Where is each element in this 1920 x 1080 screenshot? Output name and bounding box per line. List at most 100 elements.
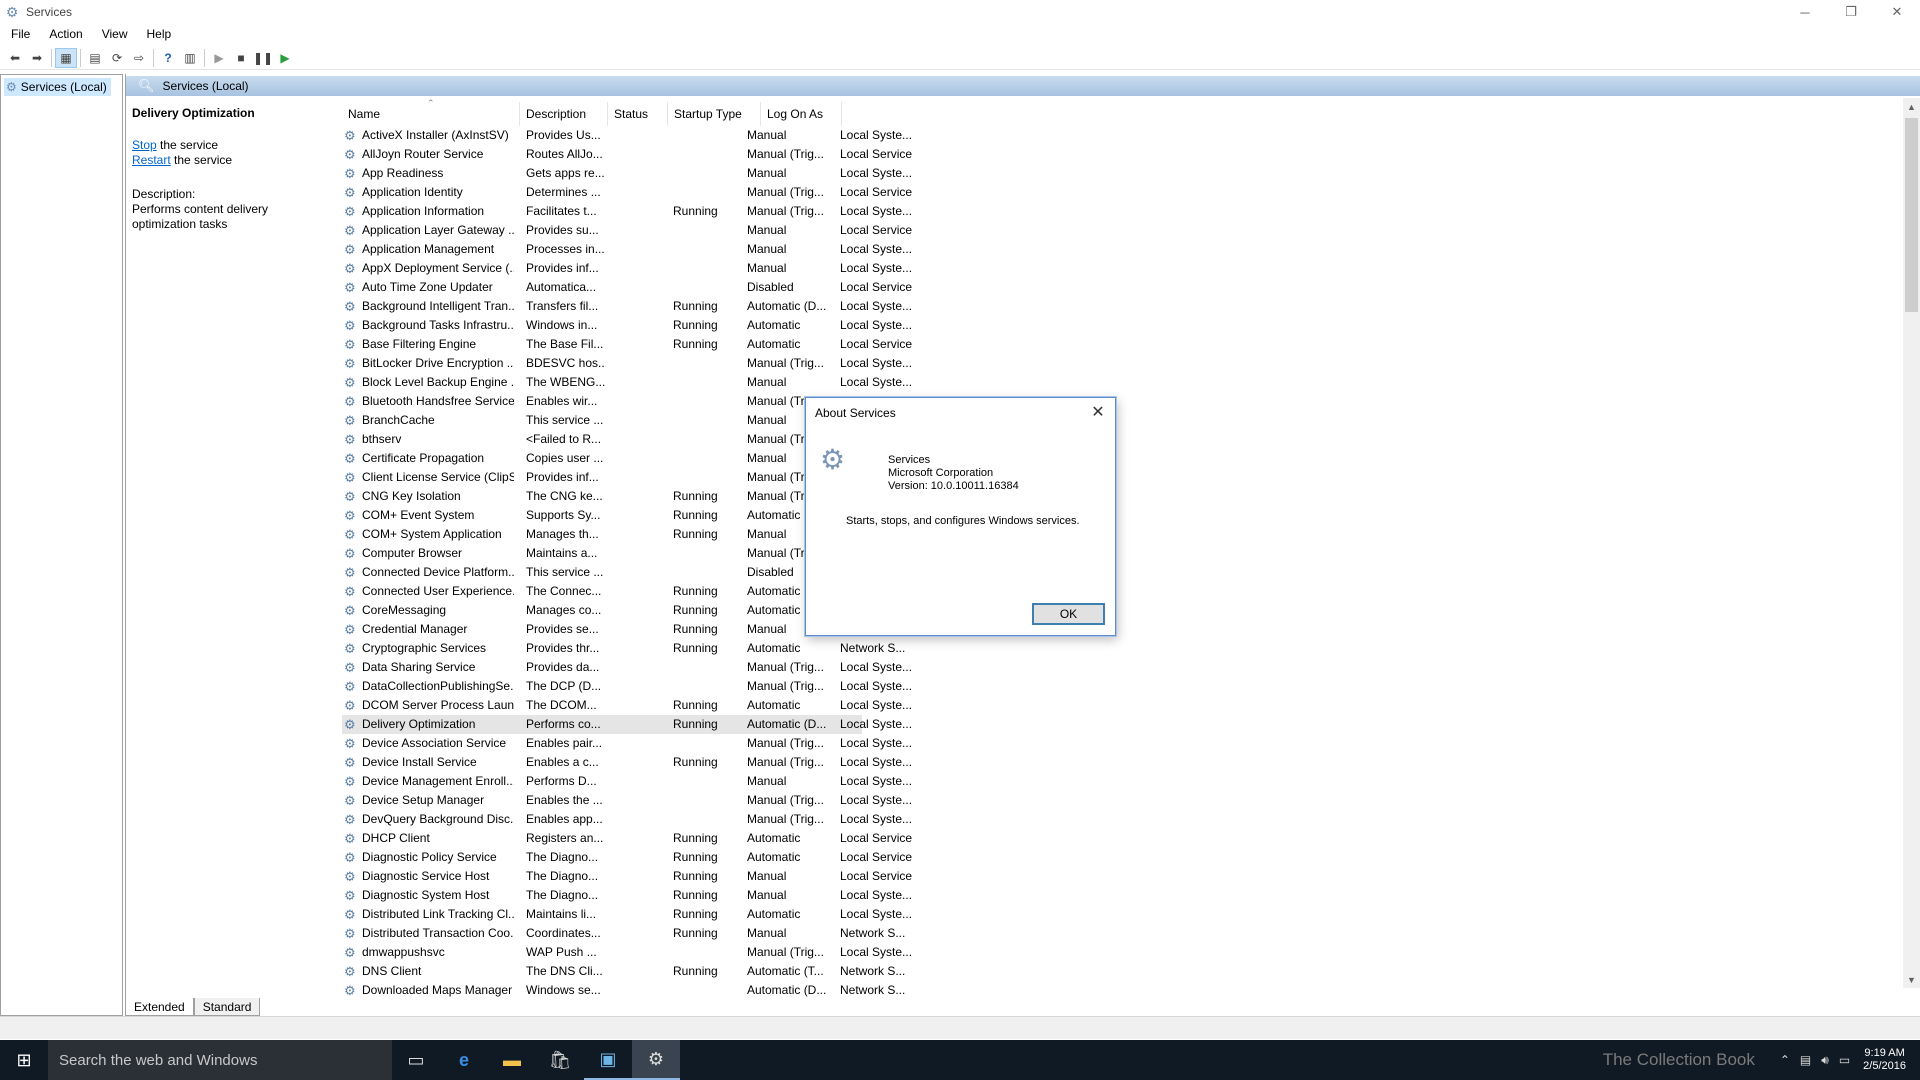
table-row[interactable]: ⚙ App Readiness Gets apps re... Manual Local… — [342, 164, 912, 183]
table-row[interactable]: ⚙ BitLocker Drive Encryption ... BDESVC ho… — [342, 354, 912, 373]
start-service-icon[interactable]: ▶ — [208, 48, 230, 68]
column-header-description[interactable]: Description — [520, 102, 608, 126]
table-row[interactable]: ⚙ Device Association Service Enables pair.… — [342, 734, 912, 753]
pause-service-icon[interactable]: ❚❚ — [252, 48, 274, 68]
close-icon[interactable]: ✕ — [1089, 403, 1107, 421]
file-explorer-icon[interactable]: ▬ — [488, 1040, 536, 1080]
ok-button[interactable]: OK — [1032, 603, 1105, 625]
table-row[interactable]: ⚙BranchCacheThis service ...ManualNetwor — [342, 411, 878, 430]
table-row[interactable]: ⚙ CoreMessaging Manages co... Running Automa… — [342, 601, 887, 620]
table-row[interactable]: ⚙ DNS Client The DNS Cli... Running Automati… — [342, 962, 905, 981]
services-taskbar-icon[interactable]: ⚙ — [632, 1040, 680, 1080]
table-row[interactable]: ⚙ Base Filtering Engine The Base Fil... Run… — [342, 335, 912, 354]
table-row[interactable]: ⚙ Application Management Processes in... Ma… — [342, 240, 912, 259]
table-row[interactable]: ⚙ AllJoyn Router Service Routes AllJo... Ma… — [342, 145, 912, 164]
back-icon[interactable]: ⬅ — [4, 48, 26, 68]
table-row[interactable]: ⚙ Diagnostic Service Host The Diagno... Run… — [342, 867, 912, 886]
column-header-status[interactable]: Status — [608, 102, 668, 126]
table-row[interactable]: ⚙ Downloaded Maps Manager Windows se... Aut… — [342, 981, 905, 1000]
menu-view[interactable]: View — [91, 27, 136, 41]
properties-icon[interactable]: ▤ — [84, 48, 106, 68]
table-row[interactable]: ⚙ Auto Time Zone Updater Automatica... Disa… — [342, 278, 912, 297]
table-row[interactable]: ⚙ Application Identity Determines ... Manua… — [342, 183, 912, 202]
export-list-icon[interactable]: ⇨ — [128, 48, 150, 68]
scroll-down-arrow-icon[interactable]: ▼ — [1903, 971, 1920, 988]
cell-startup-type: Manual — [747, 128, 787, 142]
taskbar-search-box[interactable]: Search the web and Windows — [48, 1040, 392, 1080]
table-row[interactable]: ⚙ Block Level Backup Engine ... The WBENG.… — [342, 373, 912, 392]
cell-log-on-as: Network S... — [840, 983, 906, 997]
column-header-name[interactable]: Name ⌃ — [342, 98, 520, 126]
column-header-startup-type[interactable]: Startup Type — [668, 102, 761, 126]
table-row[interactable]: ⚙ COM+ Event System Supports Sy... Running A… — [342, 506, 887, 525]
column-header-log-on-as[interactable]: Log On As — [761, 102, 842, 126]
table-row[interactable]: ⚙ DevQuery Background Disc... Enables app.… — [342, 810, 912, 829]
table-row[interactable]: ⚙ Client License Service (ClipS... Provide… — [342, 468, 886, 487]
table-row[interactable]: ⚙ Credential Manager Provides se... Running… — [342, 620, 886, 639]
table-row[interactable]: ⚙ Application Information Facilitates t...… — [342, 202, 912, 221]
vertical-scrollbar[interactable]: ▲ ▼ — [1903, 98, 1920, 988]
menu-action[interactable]: Action — [38, 27, 90, 41]
table-row[interactable]: ⚙ DataCollectionPublishingSe... The DCP (D… — [342, 677, 912, 696]
table-row[interactable]: ⚙ DCOM Server Process Laun... The DCOM... R… — [342, 696, 912, 715]
table-row[interactable]: ⚙ Background Intelligent Tran... Transfers… — [342, 297, 912, 316]
table-row[interactable]: ⚙ Background Tasks Infrastru... Windows in… — [342, 316, 912, 335]
table-row[interactable]: ⚙ ActiveX Installer (AxInstSV) Provides Us… — [342, 126, 912, 145]
table-row[interactable]: ⚙ Diagnostic System Host The Diagno... Runn… — [342, 886, 912, 905]
table-row[interactable]: ⚙ DHCP Client Registers an... Running Automa… — [342, 829, 912, 848]
store-icon[interactable]: 🛍︎ — [536, 1040, 584, 1080]
refresh-icon[interactable]: ⟳ — [106, 48, 128, 68]
cell-description: Enables pair... — [526, 736, 603, 750]
cell-description: The WBENG... — [526, 375, 606, 389]
cell-status — [673, 373, 733, 392]
console-tree: ⚙ Services (Local) — [0, 74, 123, 1016]
table-row[interactable]: ⚙ Delivery Optimization Performs co... Runn… — [342, 715, 912, 734]
table-row[interactable]: ⚙ Cryptographic Services Provides thr... Ru… — [342, 639, 905, 658]
help-icon[interactable]: ? — [157, 48, 179, 68]
table-row[interactable]: ⚙ Diagnostic Policy Service The Diagno... R… — [342, 848, 912, 867]
restore-button[interactable]: ❐ — [1828, 0, 1874, 24]
table-row[interactable]: ⚙ Data Sharing Service Provides da... Manua… — [342, 658, 912, 677]
tab-standard[interactable]: Standard — [193, 998, 261, 1016]
task-view-icon[interactable]: ▭ — [392, 1040, 440, 1080]
table-row[interactable]: ⚙ CNG Key Isolation The CNG ke... Running Ma… — [342, 487, 886, 506]
scrollbar-thumb[interactable] — [1905, 118, 1918, 312]
stop-service-icon[interactable]: ■ — [230, 48, 252, 68]
table-row[interactable]: ⚙ Computer Browser Maintains a... Manual (T… — [342, 544, 886, 563]
windows-start-icon[interactable]: ⊞ — [0, 1040, 48, 1080]
table-row[interactable]: ⚙bthserv<Failed to R...Manual (Trig...Lo… — [342, 430, 887, 449]
volume-icon[interactable]: 🔊︎ — [1821, 1053, 1829, 1068]
table-row[interactable]: ⚙ Device Management Enroll... Performs D..… — [342, 772, 912, 791]
table-row[interactable]: ⚙ Bluetooth Handsfree Service Enables wir.… — [342, 392, 887, 411]
show-action-pane-icon[interactable]: ▥ — [179, 48, 201, 68]
network-icon[interactable]: ▤ — [1800, 1053, 1811, 1067]
edge-icon[interactable]: e — [440, 1040, 488, 1080]
mmc-icon[interactable]: ▣ — [584, 1040, 632, 1080]
show-hidden-icons-icon[interactable]: ⌃ — [1780, 1053, 1790, 1067]
table-row[interactable]: ⚙ Device Install Service Enables a c... Run… — [342, 753, 912, 772]
tab-extended[interactable]: Extended — [125, 998, 194, 1016]
tree-node-services-local[interactable]: ⚙ Services (Local) — [4, 78, 111, 96]
table-row[interactable]: ⚙ COM+ System Application Manages th... Run… — [342, 525, 886, 544]
table-row[interactable]: ⚙ Connected User Experience... The Connec.… — [342, 582, 886, 601]
table-row[interactable]: ⚙ Certificate Propagation Copies user ... M… — [342, 449, 886, 468]
table-row[interactable]: ⚙ Application Layer Gateway ... Provides s… — [342, 221, 912, 240]
menu-help[interactable]: Help — [136, 27, 180, 41]
table-row[interactable]: ⚙ Connected Device Platform... This servic… — [342, 563, 887, 582]
stop-service-link[interactable]: Stop — [132, 138, 157, 152]
table-row[interactable]: ⚙ Distributed Transaction Coo... Coordinat… — [342, 924, 905, 943]
menu-file[interactable]: File — [0, 27, 38, 41]
restart-service-link[interactable]: Restart — [132, 153, 171, 167]
minimize-button[interactable]: ─ — [1782, 0, 1828, 24]
table-row[interactable]: ⚙ AppX Deployment Service (... Provides in… — [342, 259, 912, 278]
table-row[interactable]: ⚙ dmwappushsvc WAP Push ... Manual (Trig...… — [342, 943, 912, 962]
forward-icon[interactable]: ➡ — [26, 48, 48, 68]
table-row[interactable]: ⚙ Device Setup Manager Enables the ... Manu… — [342, 791, 912, 810]
close-button[interactable]: ✕ — [1874, 0, 1920, 24]
restart-service-icon[interactable]: ▶ — [274, 48, 296, 68]
clock[interactable]: 9:19 AM 2/5/2016 — [1863, 1047, 1906, 1073]
show-console-tree-icon[interactable]: ▦ — [55, 47, 77, 68]
scroll-up-arrow-icon[interactable]: ▲ — [1903, 98, 1920, 115]
action-center-icon[interactable]: ▭ — [1839, 1053, 1850, 1067]
table-row[interactable]: ⚙ Distributed Link Tracking Cl... Maintain… — [342, 905, 912, 924]
